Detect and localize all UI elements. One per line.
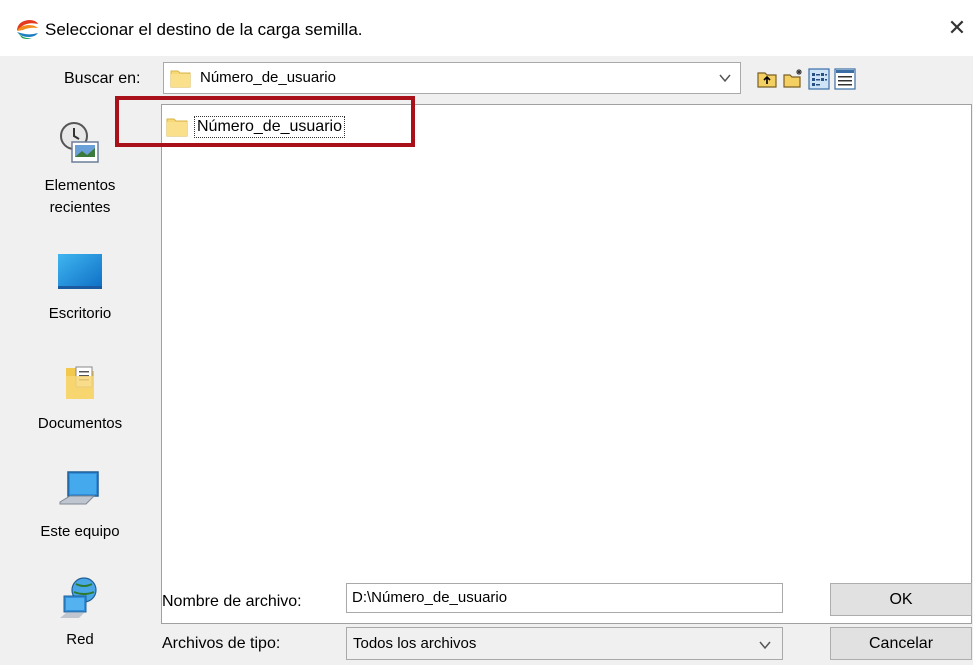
chevron-down-icon[interactable] <box>758 638 772 652</box>
place-label-desktop: Escritorio <box>48 305 112 322</box>
file-list[interactable]: Número_de_usuario <box>161 104 972 624</box>
dialog-toolbar <box>756 68 856 90</box>
details-view-icon[interactable] <box>834 68 856 90</box>
dialog-title: Seleccionar el destino de la carga semil… <box>45 20 363 39</box>
network-icon <box>60 577 97 618</box>
file-item-label: Número_de_usuario <box>194 116 345 138</box>
filename-input[interactable]: D:\Número_de_usuario <box>346 583 783 613</box>
up-folder-icon[interactable] <box>756 68 778 90</box>
place-recent-items[interactable]: Elementos recientes <box>22 120 138 219</box>
folder-icon <box>170 70 191 88</box>
look-in-dropdown[interactable]: Número_de_usuario <box>163 62 741 94</box>
place-desktop[interactable]: Escritorio <box>22 248 138 325</box>
list-view-icon[interactable] <box>808 68 830 90</box>
cancel-button[interactable]: Cancelar <box>830 627 972 660</box>
dialog-body: Buscar en: Número_de_usuario Elementos r… <box>0 56 973 665</box>
app-logo-icon <box>17 20 38 39</box>
place-documents[interactable]: Documentos <box>22 358 138 435</box>
place-network[interactable]: Red <box>22 574 138 651</box>
desktop-icon <box>58 254 102 289</box>
documents-icon <box>66 366 94 399</box>
filetype-label: Archivos de tipo: <box>162 635 281 652</box>
place-label-documents: Documentos <box>37 415 123 432</box>
recent-items-icon <box>60 122 99 163</box>
place-label-recent-items: Elementos recientes <box>44 177 116 216</box>
look-in-value: Número_de_usuario <box>200 69 336 86</box>
filetype-value: Todos los archivos <box>353 635 477 652</box>
folder-icon <box>166 118 188 137</box>
list-item[interactable]: Número_de_usuario <box>166 115 345 139</box>
new-folder-icon[interactable] <box>782 68 804 90</box>
this-pc-icon <box>59 471 99 505</box>
filename-label: Nombre de archivo: <box>162 593 302 610</box>
places-bar: Elementos recientes Escritorio Documento… <box>22 96 138 665</box>
look-in-label: Buscar en: <box>64 70 141 87</box>
chevron-down-icon[interactable] <box>718 71 732 85</box>
file-chooser-dialog: Seleccionar el destino de la carga semil… <box>0 0 973 665</box>
ok-button[interactable]: OK <box>830 583 972 616</box>
place-label-network: Red <box>66 631 94 648</box>
close-button[interactable]: ✕ <box>941 12 973 44</box>
title-bar: Seleccionar el destino de la carga semil… <box>0 0 973 56</box>
place-label-this-pc: Este equipo <box>40 523 120 540</box>
filetype-dropdown[interactable]: Todos los archivos <box>346 627 783 660</box>
place-this-pc[interactable]: Este equipo <box>22 466 138 543</box>
